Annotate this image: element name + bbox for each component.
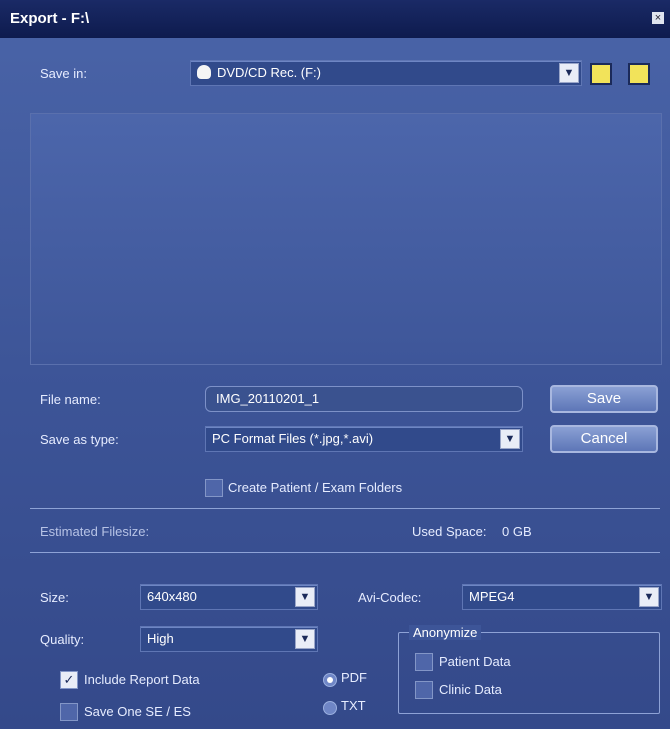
patient-data-label: Patient Data bbox=[439, 654, 511, 669]
save-as-type-label: Save as type: bbox=[40, 432, 119, 447]
save-in-label: Save in: bbox=[40, 66, 87, 81]
size-value: 640x480 bbox=[147, 589, 197, 604]
chevron-down-icon[interactable]: ▼ bbox=[295, 587, 315, 607]
quality-value: High bbox=[147, 631, 174, 646]
create-folders-checkbox[interactable] bbox=[205, 479, 223, 497]
size-dropdown[interactable]: 640x480 ▼ bbox=[140, 584, 318, 610]
used-space-value: 0 GB bbox=[502, 524, 532, 539]
close-button[interactable]: × bbox=[652, 12, 664, 24]
pdf-radio[interactable] bbox=[323, 673, 337, 687]
folder-up-icon[interactable] bbox=[590, 63, 612, 85]
include-report-checkbox[interactable]: ✓ bbox=[60, 671, 78, 689]
export-dialog: Export - F:\ × Save in: DVD/CD Rec. (F:)… bbox=[0, 0, 670, 729]
save-as-type-dropdown[interactable]: PC Format Files (*.jpg,*.avi) ▼ bbox=[205, 426, 523, 452]
save-one-label: Save One SE / ES bbox=[84, 704, 191, 719]
used-space-label: Used Space: bbox=[412, 524, 487, 539]
title-bar: Export - F:\ × bbox=[0, 0, 670, 38]
txt-radio[interactable] bbox=[323, 701, 337, 715]
save-in-dropdown[interactable]: DVD/CD Rec. (F:) ▼ bbox=[190, 60, 582, 86]
save-one-checkbox[interactable] bbox=[60, 703, 78, 721]
txt-label: TXT bbox=[341, 698, 366, 713]
size-label: Size: bbox=[40, 590, 69, 605]
quality-dropdown[interactable]: High ▼ bbox=[140, 626, 318, 652]
avi-codec-label: Avi-Codec: bbox=[358, 590, 422, 605]
create-folders-label: Create Patient / Exam Folders bbox=[228, 480, 403, 495]
estimated-filesize-label: Estimated Filesize: bbox=[40, 524, 150, 539]
file-name-label: File name: bbox=[40, 392, 101, 407]
anonymize-title: Anonymize bbox=[409, 625, 482, 640]
divider bbox=[30, 552, 660, 553]
save-button[interactable]: Save bbox=[550, 385, 658, 413]
clinic-data-label: Clinic Data bbox=[439, 682, 502, 697]
anonymize-group: Anonymize Patient Data Clinic Data bbox=[398, 625, 660, 714]
file-name-input[interactable]: IMG_20110201_1 bbox=[205, 386, 523, 412]
clinic-data-checkbox[interactable] bbox=[415, 681, 433, 699]
chevron-down-icon[interactable]: ▼ bbox=[559, 63, 579, 83]
chevron-down-icon[interactable]: ▼ bbox=[295, 629, 315, 649]
patient-data-checkbox[interactable] bbox=[415, 653, 433, 671]
new-folder-icon[interactable] bbox=[628, 63, 650, 85]
chevron-down-icon[interactable]: ▼ bbox=[500, 429, 520, 449]
include-report-label: Include Report Data bbox=[84, 672, 200, 687]
divider bbox=[30, 508, 660, 509]
pdf-label: PDF bbox=[341, 670, 367, 685]
quality-label: Quality: bbox=[40, 632, 85, 647]
save-as-type-value: PC Format Files (*.jpg,*.avi) bbox=[212, 431, 374, 446]
avi-codec-value: MPEG4 bbox=[469, 589, 515, 604]
save-in-value: DVD/CD Rec. (F:) bbox=[217, 65, 321, 80]
cancel-button[interactable]: Cancel bbox=[550, 425, 658, 453]
dvd-drive-icon bbox=[197, 65, 211, 79]
avi-codec-dropdown[interactable]: MPEG4 ▼ bbox=[462, 584, 662, 610]
window-title: Export - F:\ bbox=[10, 10, 90, 27]
chevron-down-icon[interactable]: ▼ bbox=[639, 587, 659, 607]
file-list-pane[interactable] bbox=[30, 113, 662, 365]
file-name-value: IMG_20110201_1 bbox=[216, 391, 320, 406]
